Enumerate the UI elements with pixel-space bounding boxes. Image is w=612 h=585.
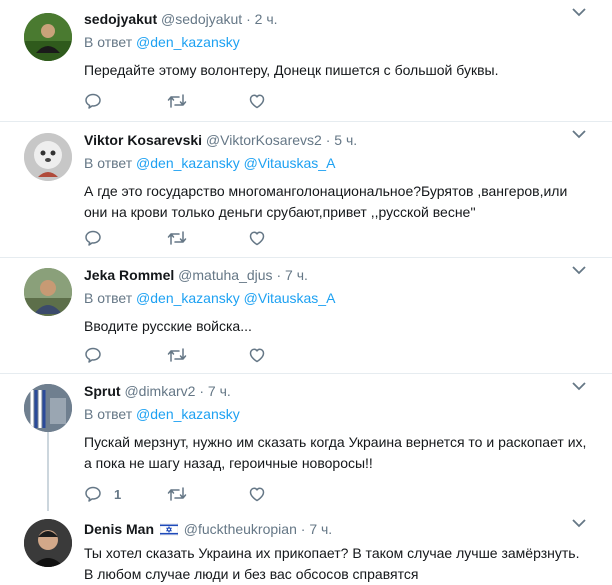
tweet-text: А где это государство многоманголонацион… bbox=[84, 183, 568, 220]
retweet-icon bbox=[167, 94, 187, 108]
tweet-actions bbox=[84, 345, 330, 365]
like-icon bbox=[249, 487, 265, 502]
separator-dot: · bbox=[276, 267, 282, 283]
like-icon bbox=[249, 231, 265, 246]
tweet-replies-feed: sedojyakut @sedojyakut · 2 ч. В ответ @d… bbox=[0, 0, 612, 585]
mention-link[interactable]: @den_kazansky bbox=[136, 290, 240, 306]
reply-button[interactable] bbox=[84, 229, 166, 247]
tweet-text: Ты хотел сказать Украина их прикопает? В… bbox=[84, 545, 580, 582]
mention-link[interactable]: @Vitauskas_A bbox=[244, 290, 336, 306]
like-button[interactable] bbox=[248, 346, 330, 364]
retweet-button[interactable] bbox=[166, 346, 248, 364]
retweet-icon bbox=[167, 348, 187, 362]
retweet-button[interactable] bbox=[166, 229, 248, 247]
tweet[interactable]: Viktor Kosarevski @ViktorKosarevs2 · 5 ч… bbox=[0, 122, 612, 258]
mention-link[interactable]: @Vitauskas_A bbox=[244, 155, 336, 171]
retweet-icon bbox=[167, 487, 187, 501]
author-name[interactable]: Denis Man bbox=[84, 521, 154, 537]
reply-prefix: В ответ bbox=[84, 155, 133, 171]
tweet-header: Viktor Kosarevski @ViktorKosarevs2 · 5 ч… bbox=[84, 131, 592, 150]
reply-count: 1 bbox=[114, 486, 122, 502]
reply-button[interactable] bbox=[84, 346, 166, 364]
retweet-button[interactable] bbox=[166, 92, 248, 110]
avatar[interactable] bbox=[24, 268, 72, 316]
reply-context: В ответ @den_kazansky @Vitauskas_A bbox=[84, 154, 592, 173]
retweet-button[interactable] bbox=[166, 485, 248, 503]
avatar[interactable] bbox=[24, 384, 72, 432]
like-icon bbox=[249, 348, 265, 363]
like-icon bbox=[249, 94, 265, 109]
reply-icon bbox=[85, 347, 101, 363]
separator-dot: · bbox=[325, 132, 331, 148]
like-button[interactable] bbox=[248, 485, 330, 503]
separator-dot: · bbox=[246, 11, 251, 27]
thread-connector-line bbox=[47, 432, 49, 511]
reply-icon bbox=[85, 230, 101, 246]
author-name[interactable]: Viktor Kosarevski bbox=[84, 132, 202, 148]
author-handle[interactable]: @fucktheukropian bbox=[184, 521, 297, 537]
author-handle[interactable]: @ViktorKosarevs2 bbox=[206, 132, 322, 148]
tweet[interactable]: Denis Man @fucktheukropian · 7 ч. Ты хот… bbox=[0, 511, 612, 585]
tweet-header: Denis Man @fucktheukropian · 7 ч. bbox=[84, 520, 592, 541]
chevron-down-icon[interactable] bbox=[572, 515, 586, 533]
tweet-actions bbox=[84, 91, 330, 111]
tweet-header: Sprut @dimkarv2 · 7 ч. bbox=[84, 382, 592, 401]
timestamp[interactable]: 7 ч. bbox=[208, 383, 231, 399]
reply-prefix: В ответ bbox=[84, 34, 133, 50]
timestamp[interactable]: 7 ч. bbox=[285, 267, 308, 283]
reply-prefix: В ответ bbox=[84, 406, 133, 422]
like-button[interactable] bbox=[248, 229, 330, 247]
mention-link[interactable]: @den_kazansky bbox=[136, 34, 240, 50]
timestamp[interactable]: 2 ч. bbox=[255, 11, 278, 27]
reply-icon bbox=[85, 486, 101, 502]
tweet-header: Jeka Rommel @matuha_djus · 7 ч. bbox=[84, 266, 592, 285]
tweet-text: Вводите русские войска... bbox=[84, 318, 252, 334]
tweet-text: Пускай мерзнут, нужно им сказать когда У… bbox=[84, 434, 587, 471]
like-button[interactable] bbox=[248, 92, 330, 110]
reply-context: В ответ @den_kazansky bbox=[84, 33, 592, 52]
reply-context: В ответ @den_kazansky bbox=[84, 405, 592, 424]
author-handle[interactable]: @dimkarv2 bbox=[124, 383, 195, 399]
chevron-down-icon[interactable] bbox=[572, 262, 586, 280]
retweet-icon bbox=[167, 231, 187, 245]
mention-link[interactable]: @den_kazansky bbox=[136, 406, 240, 422]
mention-link[interactable]: @den_kazansky bbox=[136, 155, 240, 171]
tweet[interactable]: Sprut @dimkarv2 · 7 ч. В ответ @den_kaza… bbox=[0, 374, 612, 511]
tweet-text: Передайте этому волонтеру, Донецк пишетс… bbox=[84, 62, 499, 78]
tweet-actions bbox=[84, 228, 330, 248]
author-handle[interactable]: @sedojyakut bbox=[161, 11, 242, 27]
reply-button[interactable] bbox=[84, 92, 166, 110]
author-handle[interactable]: @matuha_djus bbox=[178, 267, 272, 283]
separator-dot: · bbox=[199, 383, 205, 399]
reply-prefix: В ответ bbox=[84, 290, 133, 306]
tweet-actions: 1 bbox=[84, 484, 330, 504]
timestamp[interactable]: 5 ч. bbox=[334, 132, 357, 148]
tweet[interactable]: Jeka Rommel @matuha_djus · 7 ч. В ответ … bbox=[0, 258, 612, 374]
chevron-down-icon[interactable] bbox=[572, 4, 586, 22]
author-name[interactable]: Jeka Rommel bbox=[84, 267, 174, 283]
author-name[interactable]: Sprut bbox=[84, 383, 121, 399]
avatar[interactable] bbox=[24, 13, 72, 61]
timestamp[interactable]: 7 ч. bbox=[309, 521, 332, 537]
chevron-down-icon[interactable] bbox=[572, 126, 586, 144]
reply-icon bbox=[85, 93, 101, 109]
author-name[interactable]: sedojyakut bbox=[84, 11, 157, 27]
tweet-header: sedojyakut @sedojyakut · 2 ч. bbox=[84, 10, 592, 29]
avatar[interactable] bbox=[24, 519, 72, 567]
tweet[interactable]: sedojyakut @sedojyakut · 2 ч. В ответ @d… bbox=[0, 0, 612, 122]
separator-dot: · bbox=[300, 521, 306, 537]
reply-button[interactable]: 1 bbox=[84, 485, 166, 503]
israel-flag-icon bbox=[159, 522, 179, 541]
chevron-down-icon[interactable] bbox=[572, 378, 586, 396]
reply-context: В ответ @den_kazansky @Vitauskas_A bbox=[84, 289, 592, 308]
avatar[interactable] bbox=[24, 133, 72, 181]
